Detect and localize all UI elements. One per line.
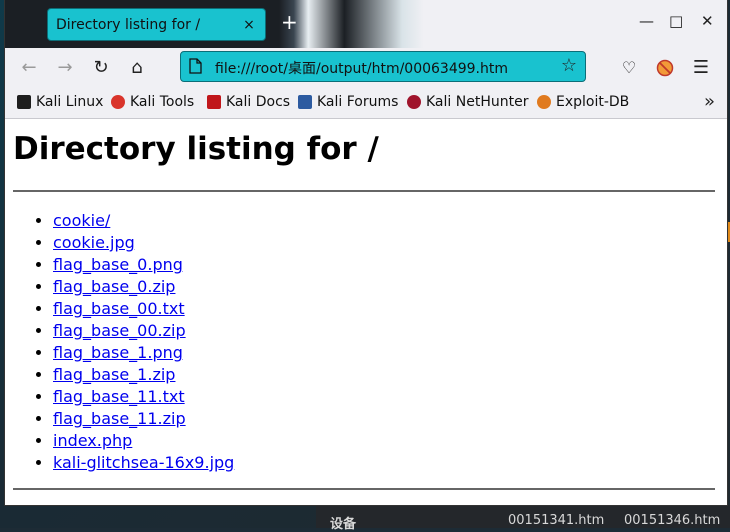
back-icon[interactable]: ←: [17, 56, 41, 80]
minimize-icon[interactable]: —: [639, 12, 654, 30]
list-item: flag_base_00.zip: [53, 320, 234, 342]
title-bar: Directory listing for / × + — □ ✕: [5, 0, 727, 48]
desktop-file-strip: 设备 00151341.htm 00151346.htm: [316, 505, 730, 532]
bookmark-kali-tools[interactable]: Kali Tools: [111, 94, 194, 110]
divider: [13, 190, 715, 192]
desktop-strip-label: 设备: [330, 517, 357, 532]
list-item: kali-glitchsea-16x9.jpg: [53, 452, 234, 474]
bookmark-kali-forums[interactable]: Kali Forums: [298, 94, 398, 110]
bookmark-label: Kali Linux: [36, 94, 104, 110]
list-item: cookie.jpg: [53, 232, 234, 254]
list-item: cookie/: [53, 210, 234, 232]
desktop-file-item[interactable]: 00151346.htm: [624, 513, 720, 528]
tab-active[interactable]: Directory listing for / ×: [47, 8, 266, 41]
list-item: flag_base_1.zip: [53, 364, 234, 386]
menu-icon[interactable]: ☰: [689, 56, 713, 80]
bookmark-label: Kali Forums: [317, 94, 399, 110]
new-tab-button[interactable]: +: [281, 10, 298, 34]
bookmark-kali-docs[interactable]: Kali Docs: [207, 94, 290, 110]
desktop-file-item[interactable]: 00151341.htm: [508, 513, 604, 528]
kali-tools-icon: [111, 95, 125, 109]
file-link[interactable]: kali-glitchsea-16x9.jpg: [53, 453, 234, 472]
file-link[interactable]: cookie/: [53, 211, 110, 230]
bookmark-label: Kali NetHunter: [426, 94, 529, 110]
page-content: Directory listing for / cookie/ cookie.j…: [5, 119, 727, 505]
kali-nethunter-icon: [407, 95, 421, 109]
list-item: flag_base_0.zip: [53, 276, 234, 298]
maximize-icon[interactable]: □: [669, 12, 683, 30]
file-link[interactable]: flag_base_00.txt: [53, 299, 185, 318]
file-link[interactable]: index.php: [53, 431, 132, 450]
file-link[interactable]: flag_base_11.txt: [53, 387, 185, 406]
browser-window: Directory listing for / × + — □ ✕ ← → ↻ …: [5, 0, 727, 505]
file-list: cookie/ cookie.jpg flag_base_0.png flag_…: [13, 210, 234, 474]
bookmark-label: Kali Docs: [226, 94, 291, 110]
tab-title: Directory listing for /: [56, 16, 201, 33]
file-link[interactable]: flag_base_11.zip: [53, 409, 186, 428]
bookmark-label: Kali Tools: [130, 94, 195, 110]
close-icon[interactable]: ×: [239, 17, 259, 33]
file-link[interactable]: flag_base_1.zip: [53, 365, 175, 384]
navigation-bar: ← → ↻ ⌂ file:///root/桌面/output/htm/00063…: [5, 48, 727, 88]
exploit-db-icon: [537, 95, 551, 109]
list-item: flag_base_11.zip: [53, 408, 234, 430]
bookmark-kali-nethunter[interactable]: Kali NetHunter: [407, 94, 528, 110]
kali-docs-icon: [207, 95, 221, 109]
list-item: flag_base_11.txt: [53, 386, 234, 408]
kali-linux-icon: [17, 95, 31, 109]
page-title: Directory listing for /: [13, 131, 379, 167]
list-item: flag_base_0.png: [53, 254, 234, 276]
pocket-icon[interactable]: ♡: [617, 56, 641, 80]
bookmark-exploit-db[interactable]: Exploit-DB: [537, 94, 629, 110]
divider: [13, 488, 715, 490]
bookmark-label: Exploit-DB: [556, 94, 630, 110]
url-text: file:///root/桌面/output/htm/00063499.htm: [215, 61, 509, 77]
home-icon[interactable]: ⌂: [125, 56, 149, 80]
list-item: index.php: [53, 430, 234, 452]
file-link[interactable]: flag_base_0.png: [53, 255, 183, 274]
file-link[interactable]: flag_base_1.png: [53, 343, 183, 362]
bookmarks-toolbar: Kali Linux Kali Tools Kali Docs Kali For…: [5, 88, 727, 119]
close-window-icon[interactable]: ✕: [701, 12, 714, 30]
url-bar[interactable]: file:///root/桌面/output/htm/00063499.htm …: [180, 51, 586, 82]
file-link[interactable]: cookie.jpg: [53, 233, 135, 252]
list-item: flag_base_1.png: [53, 342, 234, 364]
bookmark-star-icon[interactable]: ☆: [561, 55, 577, 76]
reload-icon[interactable]: ↻: [89, 56, 113, 80]
file-link[interactable]: flag_base_0.zip: [53, 277, 175, 296]
list-item: flag_base_00.txt: [53, 298, 234, 320]
forward-icon[interactable]: →: [53, 56, 77, 80]
chevron-right-icon[interactable]: »: [704, 91, 715, 112]
kali-forums-icon: [298, 95, 312, 109]
file-icon: [189, 58, 202, 74]
file-link[interactable]: flag_base_00.zip: [53, 321, 186, 340]
extension-icon[interactable]: [653, 56, 677, 80]
bookmark-kali-linux[interactable]: Kali Linux: [17, 94, 103, 110]
